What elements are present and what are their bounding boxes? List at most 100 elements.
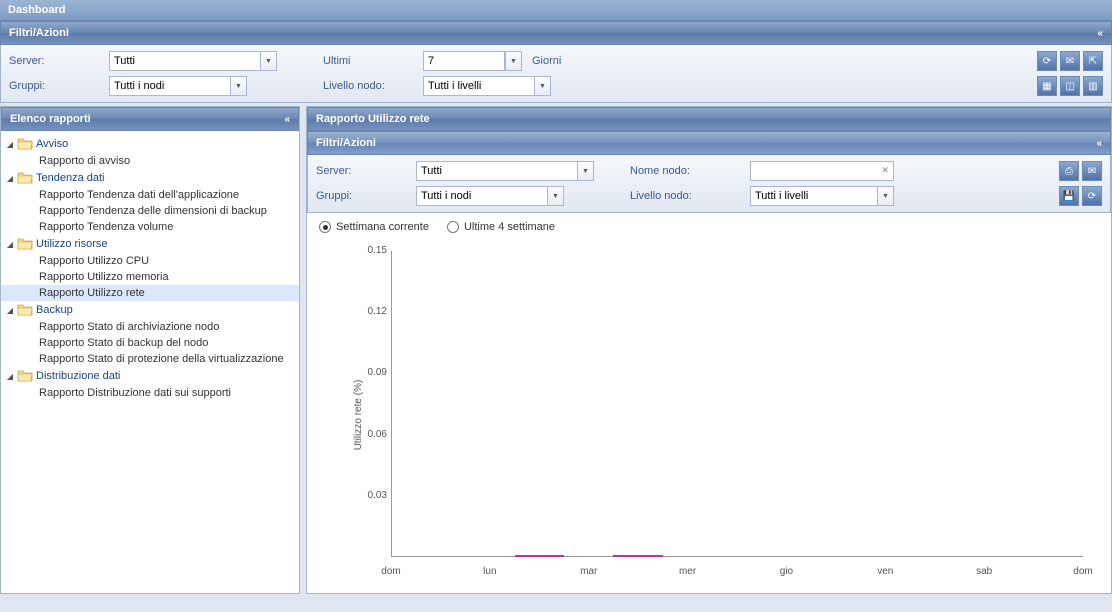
collapse-icon[interactable]: « xyxy=(1096,138,1102,149)
rpt-server-input[interactable] xyxy=(417,162,577,180)
groups-input[interactable] xyxy=(110,77,230,95)
node-name-label: Nome nodo: xyxy=(630,165,740,177)
save-icon[interactable]: 💾 xyxy=(1059,186,1079,206)
print-icon[interactable]: ⎙ xyxy=(1059,161,1079,181)
tree-item[interactable]: Rapporto Stato di archiviazione nodo xyxy=(1,319,299,335)
folder-icon xyxy=(17,137,33,151)
report-list-sidebar: Elenco rapporti « ◢ Avviso Rapporto di avv… xyxy=(0,106,300,594)
tree-group[interactable]: ◢ Avviso xyxy=(1,135,299,153)
rpt-groups-input[interactable] xyxy=(417,187,547,205)
chevron-down-icon[interactable]: ▼ xyxy=(877,187,893,205)
livello-input[interactable] xyxy=(424,77,534,95)
server-label: Server: xyxy=(9,55,99,67)
y-tick: 0.06 xyxy=(355,429,387,440)
report-filter-body: Server: ▼ Nome nodo: ✕ ⎙ ✉ Gruppi: xyxy=(307,155,1111,213)
tree-group-label: Distribuzione dati xyxy=(36,370,120,382)
folder-icon xyxy=(17,369,33,383)
tree-item[interactable]: Rapporto Tendenza delle dimensioni di ba… xyxy=(1,203,299,219)
mail-icon[interactable]: ✉ xyxy=(1082,161,1102,181)
tree-group-label: Tendenza dati xyxy=(36,172,105,184)
expand-icon[interactable]: ◢ xyxy=(5,372,15,381)
chart-plot-area xyxy=(391,251,1083,557)
tree-group[interactable]: ◢ Tendenza dati xyxy=(1,169,299,187)
x-tick: ven xyxy=(877,566,893,577)
tree-item[interactable]: Rapporto Utilizzo CPU xyxy=(1,253,299,269)
x-tick: gio xyxy=(780,566,793,577)
node-name-field[interactable]: ✕ xyxy=(750,161,894,181)
export-icon[interactable]: ⇱ xyxy=(1083,51,1103,71)
chevron-down-icon[interactable]: ▼ xyxy=(505,52,521,70)
tree-item[interactable]: Rapporto Stato di protezione della virtu… xyxy=(1,351,299,367)
chart-data-segment xyxy=(613,555,662,557)
layout3-icon[interactable]: ▥ xyxy=(1083,76,1103,96)
mail-icon[interactable]: ✉ xyxy=(1060,51,1080,71)
expand-icon[interactable]: ◢ xyxy=(5,240,15,249)
server-input[interactable] xyxy=(110,52,260,70)
ultimi-label: Ultimi xyxy=(323,55,413,67)
chevron-down-icon[interactable]: ▼ xyxy=(260,52,276,70)
rpt-groups-label: Gruppi: xyxy=(316,190,406,202)
tree-item[interactable]: Rapporto Utilizzo memoria xyxy=(1,269,299,285)
server-combo[interactable]: ▼ xyxy=(109,51,277,71)
rpt-server-label: Server: xyxy=(316,165,406,177)
radio-last-4-weeks[interactable]: Ultime 4 settimane xyxy=(447,221,555,233)
layout1-icon[interactable]: ▦ xyxy=(1037,76,1057,96)
top-filter-body: Server: ▼ Ultimi ▼ Giorni ⟳ ✉ ⇱ Gruppi: … xyxy=(0,45,1112,103)
y-tick: 0.09 xyxy=(355,367,387,378)
tree-item[interactable]: Rapporto Stato di backup del nodo xyxy=(1,335,299,351)
time-range-radios: Settimana corrente Ultime 4 settimane xyxy=(307,213,1111,241)
tree-group-label: Utilizzo risorse xyxy=(36,238,108,250)
tree-group[interactable]: ◢Backup xyxy=(1,301,299,319)
tree-item[interactable]: Rapporto Tendenza dati dell'applicazione xyxy=(1,187,299,203)
tree-item[interactable]: Rapporto Distribuzione dati sui supporti xyxy=(1,385,299,401)
report-title-header: Rapporto Utilizzo rete xyxy=(307,107,1111,131)
tree-item[interactable]: Rapporto Utilizzo rete xyxy=(1,285,299,301)
groups-label: Gruppi: xyxy=(9,80,99,92)
report-tree: ◢ Avviso Rapporto di avviso ◢ Tendenza dati R… xyxy=(1,131,299,593)
ultimi-value[interactable] xyxy=(423,51,505,71)
chevron-down-icon[interactable]: ▼ xyxy=(534,77,550,95)
x-tick: mar xyxy=(580,566,597,577)
expand-icon[interactable]: ◢ xyxy=(5,140,15,149)
sidebar-header: Elenco rapporti « xyxy=(1,107,299,131)
top-filter-header: Filtri/Azioni « xyxy=(0,21,1112,45)
collapse-left-icon[interactable]: « xyxy=(284,114,290,125)
network-usage-chart: Utilizzo rete (%) 0.030.060.090.120.15do… xyxy=(319,245,1095,585)
tree-group-label: Avviso xyxy=(36,138,68,150)
report-title: Rapporto Utilizzo rete xyxy=(316,113,430,125)
ultimi-unit-combo[interactable]: ▼ xyxy=(505,51,522,71)
x-tick: dom xyxy=(381,566,400,577)
groups-combo[interactable]: ▼ xyxy=(109,76,247,96)
clear-icon[interactable]: ✕ xyxy=(881,165,889,176)
radio-dot-icon xyxy=(319,221,331,233)
ultimi-input[interactable] xyxy=(424,52,504,70)
radio-dot-icon xyxy=(447,221,459,233)
rpt-groups-combo[interactable]: ▼ xyxy=(416,186,564,206)
layout2-icon[interactable]: ◫ xyxy=(1060,76,1080,96)
folder-icon xyxy=(17,171,33,185)
radio-current-label: Settimana corrente xyxy=(336,221,429,233)
collapse-icon[interactable]: « xyxy=(1097,28,1103,39)
y-axis-label: Utilizzo rete (%) xyxy=(353,380,364,451)
tree-item[interactable]: Rapporto Tendenza volume xyxy=(1,219,299,235)
node-name-input[interactable] xyxy=(751,162,891,180)
tree-item[interactable]: Rapporto di avviso xyxy=(1,153,299,169)
chevron-down-icon[interactable]: ▼ xyxy=(577,162,593,180)
expand-icon[interactable]: ◢ xyxy=(5,174,15,183)
rpt-livello-input[interactable] xyxy=(751,187,877,205)
refresh-icon[interactable]: ⟳ xyxy=(1082,186,1102,206)
tree-group[interactable]: ◢ Distribuzione dati xyxy=(1,367,299,385)
expand-icon[interactable]: ◢ xyxy=(5,306,15,315)
chevron-down-icon[interactable]: ▼ xyxy=(547,187,563,205)
rpt-livello-combo[interactable]: ▼ xyxy=(750,186,894,206)
rpt-server-combo[interactable]: ▼ xyxy=(416,161,594,181)
tree-group[interactable]: ◢ Utilizzo risorse xyxy=(1,235,299,253)
chevron-down-icon[interactable]: ▼ xyxy=(230,77,246,95)
report-content: Rapporto Utilizzo rete Filtri/Azioni « S… xyxy=(306,106,1112,594)
radio-current-week[interactable]: Settimana corrente xyxy=(319,221,429,233)
livello-label: Livello nodo: xyxy=(323,80,413,92)
refresh-icon[interactable]: ⟳ xyxy=(1037,51,1057,71)
chart-data-segment xyxy=(515,555,564,557)
ultimi-unit: Giorni xyxy=(532,55,561,67)
livello-combo[interactable]: ▼ xyxy=(423,76,551,96)
